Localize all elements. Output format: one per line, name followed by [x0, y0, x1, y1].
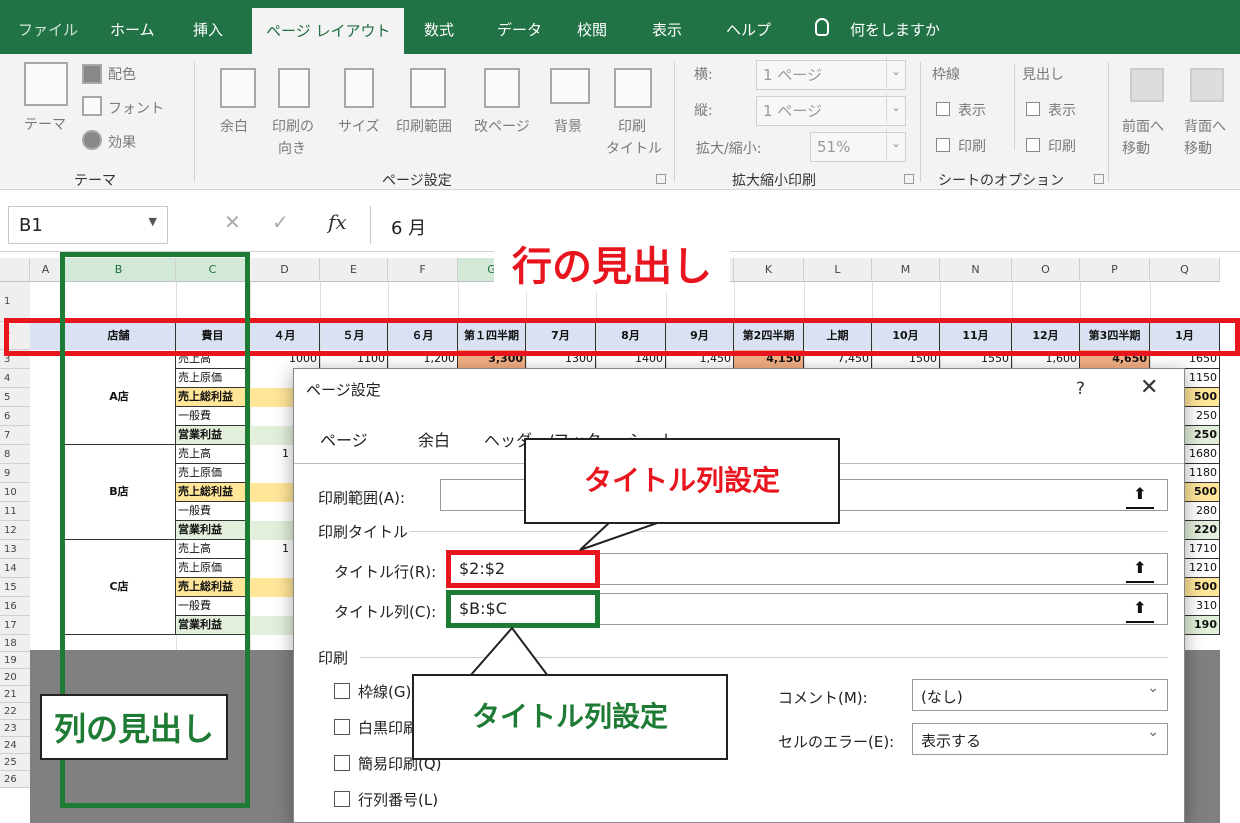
callout-bottom: タイトル列設定	[412, 674, 728, 760]
excel-window: ファイル ホーム 挿入 ページ レイアウト 数式 データ 校閲 表示 ヘルプ 何…	[0, 0, 1240, 823]
callout-tail-top	[579, 521, 661, 551]
callout-top: タイトル列設定	[524, 438, 840, 524]
callout-tail-bottom	[467, 626, 550, 677]
